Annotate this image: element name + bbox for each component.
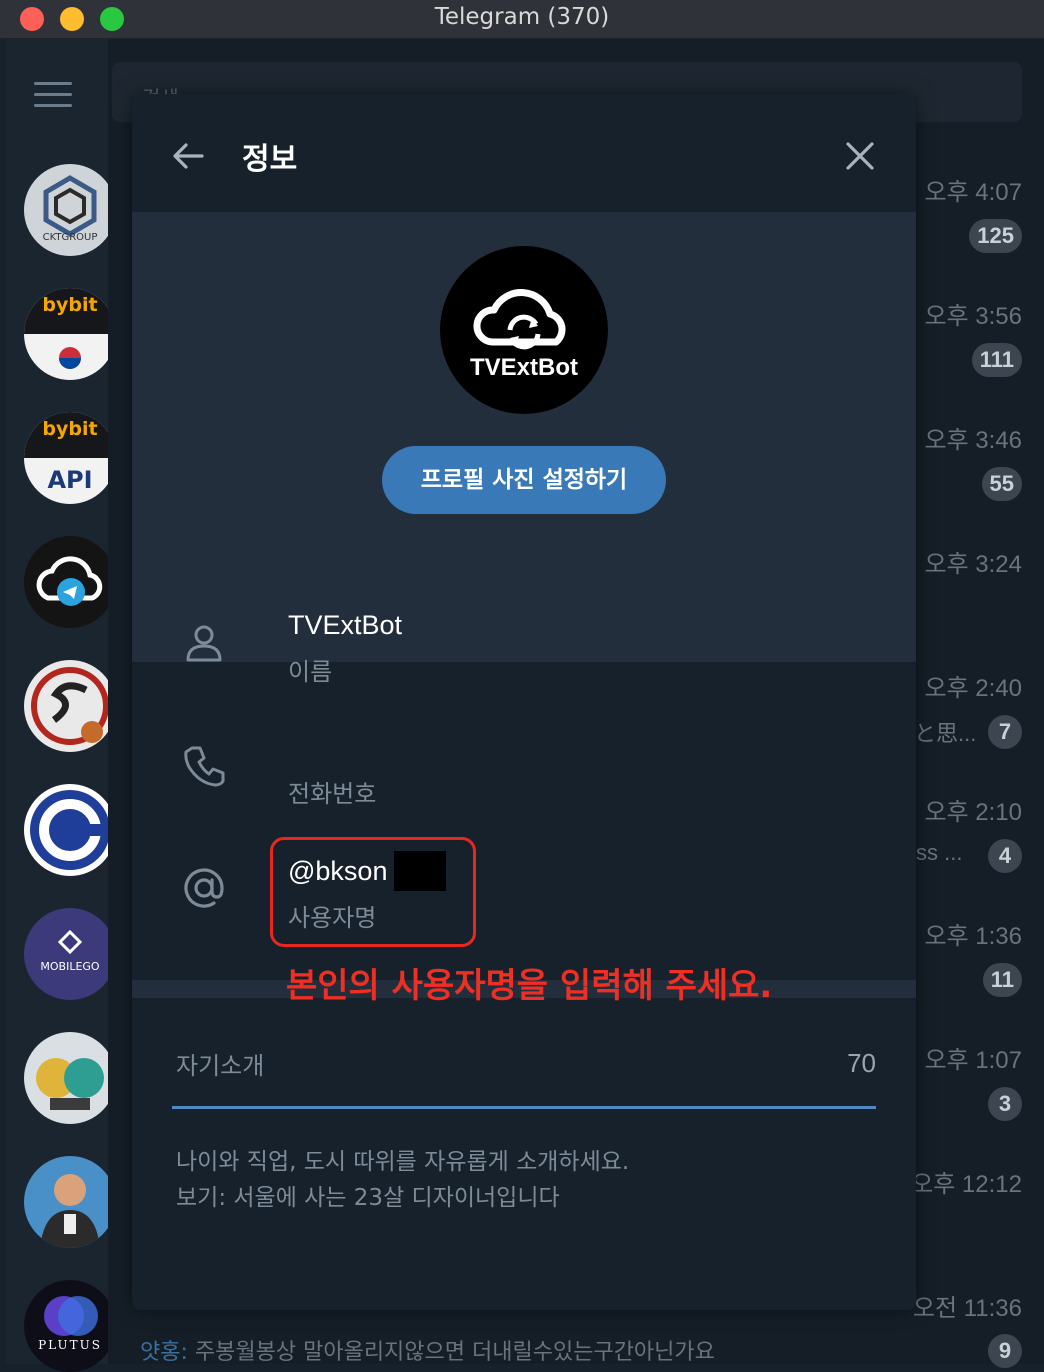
unread-badge: 55 (981, 467, 1022, 501)
chat-snippet: ss ... (916, 840, 963, 865)
chat-time: 오후 12:12 (911, 1171, 1022, 1198)
chat-snippet: と思... (914, 721, 977, 746)
bio-input[interactable]: 자기소개 (176, 1046, 264, 1081)
monkeys-icon (36, 1058, 104, 1110)
unread-badge: 125 (969, 219, 1022, 253)
unread-badge: 4 (988, 839, 1022, 873)
chat-time: 오후 2:10 (924, 799, 1022, 826)
chat-preview-text: 주봉월봉상 말아올리지않으면 더내릴수있는구간아닌가요 (194, 1340, 715, 1365)
unread-badge: 9 (988, 1334, 1022, 1368)
person-icon (186, 625, 222, 662)
title-bar: Telegram (370) (0, 0, 1044, 39)
chat-avatar-bybit-api[interactable]: bybit API (24, 412, 116, 504)
phone-row[interactable]: 전화번호 (132, 726, 916, 836)
annotation-text: 본인의 사용자명을 입력해 주세요. (286, 966, 773, 1006)
chat-avatar-bybit-korea[interactable]: bybit (24, 288, 116, 380)
info-dialog: 정보 TVExtBot 프로필 사진 설정하기 TVExtBot 이름 전화번호… (132, 94, 916, 1310)
unread-badge: 3 (988, 1087, 1022, 1121)
chat-preview-sender: 얏홍: (140, 1340, 188, 1365)
chat-time: 오후 3:24 (924, 551, 1022, 578)
at-sign-icon (184, 868, 224, 908)
phone-icon (184, 746, 225, 787)
chat-avatar-ckt-group[interactable]: CKTGROUP (24, 164, 116, 256)
close-button[interactable] (840, 136, 880, 176)
chat-avatar-suit-man[interactable] (24, 1156, 116, 1248)
plutus-logo-icon (44, 1296, 98, 1336)
mobilego-logo-icon (57, 929, 83, 955)
suit-man-icon (40, 1174, 100, 1248)
circle-logo-icon (30, 790, 110, 870)
menu-icon[interactable] (34, 82, 72, 108)
korea-flag-icon (59, 347, 81, 369)
name-value: TVExtBot (288, 610, 403, 640)
cloud-telegram-icon (36, 556, 103, 606)
arrow-left-icon (173, 143, 204, 169)
chat-time: 오후 4:07 (924, 179, 1022, 206)
chat-avatar-circle[interactable] (24, 784, 116, 876)
unread-badge: 111 (971, 343, 1022, 377)
dialog-header: 정보 (132, 94, 916, 212)
dialog-title: 정보 (242, 142, 298, 177)
chat-time: 오후 3:56 (924, 303, 1022, 330)
unread-badge: 7 (988, 715, 1022, 749)
close-icon (846, 142, 874, 170)
profile-photo-section: TVExtBot 프로필 사진 설정하기 (132, 212, 916, 662)
chat-time: 오전 11:36 (912, 1295, 1022, 1322)
chat-avatar-cloud-bot[interactable] (24, 536, 116, 628)
name-label: 이름 (288, 658, 333, 686)
username-row[interactable]: @bkson 사용자명 (132, 840, 916, 950)
phone-label: 전화번호 (288, 780, 377, 808)
cloud-sync-icon (473, 289, 566, 350)
username-highlight (270, 837, 476, 947)
bio-char-counter: 70 (847, 1048, 876, 1078)
set-profile-photo-button[interactable]: 프로필 사진 설정하기 (382, 446, 666, 514)
chat-avatar-mobilego[interactable]: MOBILEGO (24, 908, 116, 1000)
back-button[interactable] (168, 136, 208, 176)
sc-logo-icon (31, 667, 109, 745)
bio-underline (172, 1106, 876, 1109)
window-title: Telegram (370) (434, 4, 610, 30)
chat-time: 오후 2:40 (924, 675, 1022, 702)
bybit-label: bybit (42, 418, 98, 440)
bio-help-line: 나이와 직업, 도시 따위를 자유롭게 소개하세요. (176, 1149, 630, 1175)
chat-time: 오후 1:36 (924, 923, 1022, 950)
name-row[interactable]: TVExtBot 이름 (132, 600, 916, 710)
chat-avatar-plutus[interactable]: PLUTUS (24, 1280, 116, 1372)
plutus-label: PLUTUS (38, 1338, 102, 1352)
ckt-label: CKTGROUP (42, 232, 98, 243)
mobilego-label: MOBILEGO (40, 960, 100, 973)
chat-avatar-monkeys[interactable] (24, 1032, 116, 1124)
bot-avatar[interactable]: TVExtBot (440, 246, 608, 414)
chat-preview[interactable]: 얏홍: 주봉월봉상 말아올리지않으면 더내릴수있는구간아닌가요 (140, 1334, 715, 1366)
bio-help-text: 나이와 직업, 도시 따위를 자유롭게 소개하세요. 보기: 서울에 사는 23… (176, 1144, 629, 1216)
chat-avatar-sc-jp[interactable] (24, 660, 116, 752)
bot-avatar-label: TVExtBot (470, 354, 578, 381)
chat-time: 오후 3:46 (924, 427, 1022, 454)
api-label: API (47, 466, 93, 494)
unread-badge: 11 (982, 963, 1022, 997)
chat-time: 오후 1:07 (924, 1047, 1022, 1074)
bio-help-line: 보기: 서울에 사는 23살 디자이너입니다 (176, 1185, 560, 1211)
